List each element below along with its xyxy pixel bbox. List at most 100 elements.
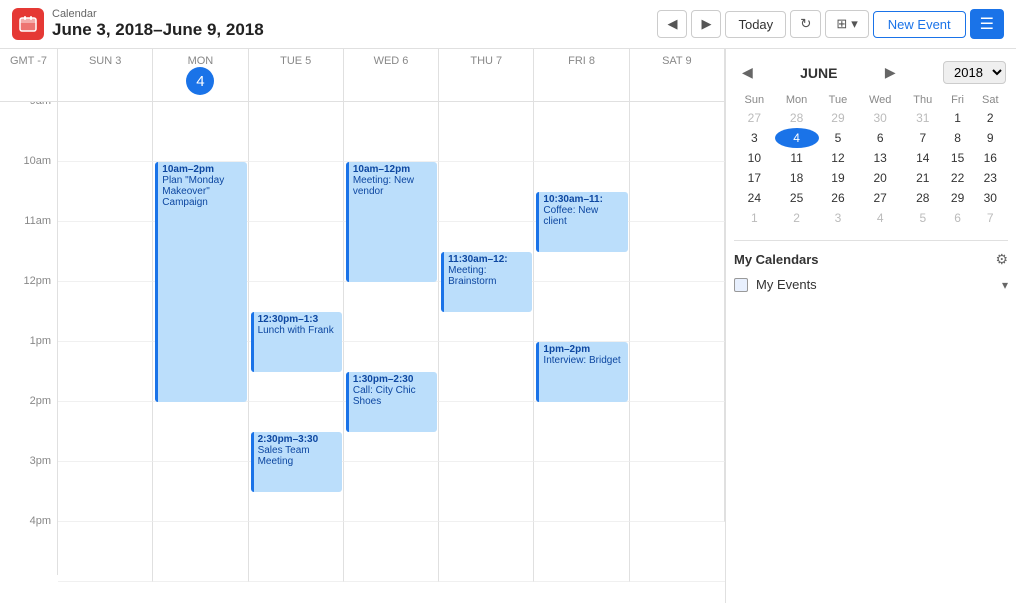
mini-cal-day[interactable]: 25 [775,188,819,208]
mini-cal-day[interactable]: 3 [734,128,775,148]
mini-cal-day[interactable]: 30 [857,108,903,128]
mini-cal-day[interactable]: 24 [734,188,775,208]
mini-cal-week-4: 24252627282930 [734,188,1008,208]
mini-cal-day[interactable]: 6 [943,208,973,228]
mini-cal-day[interactable]: 28 [775,108,819,128]
event-e7[interactable]: 10:30am–11:Coffee: New client [536,192,627,252]
mini-cal-day[interactable]: 13 [857,148,903,168]
events-overlay: 10am–2pmPlan "Monday Makeover" Campaign1… [58,102,725,582]
mini-cal-day[interactable]: 10 [734,148,775,168]
view-icon: ⊞ [836,16,847,32]
mini-cal-day[interactable]: 6 [857,128,903,148]
mini-cal-prev[interactable]: ◀ [736,62,759,83]
mini-cal-day[interactable]: 7 [973,208,1008,228]
event-e1[interactable]: 10am–2pmPlan "Monday Makeover" Campaign [155,162,246,402]
mini-cal-day[interactable]: 29 [819,108,858,128]
prev-button[interactable]: ◀ [657,10,687,38]
gear-button[interactable]: ⚙ [995,251,1008,268]
day-header-thu[interactable]: THU 7 [439,49,534,101]
day-header-fri[interactable]: FRI 8 [534,49,629,101]
mini-cal-day[interactable]: 1 [734,208,775,228]
mini-cal-day[interactable]: 5 [819,128,858,148]
mini-cal-day[interactable]: 7 [903,128,943,148]
refresh-button[interactable]: ↻ [790,10,821,38]
mini-cal-day[interactable]: 14 [903,148,943,168]
mini-cal-day[interactable]: 12 [819,148,858,168]
day-overlay-0 [58,102,153,582]
mini-cal-day[interactable]: 30 [973,188,1008,208]
mini-cal-body[interactable]: 2728293031123456789101112131415161718192… [734,108,1008,228]
time-label-12pm: 12pm [0,275,58,335]
mini-day-header: Tue [819,92,858,108]
mini-cal-day[interactable]: 4 [857,208,903,228]
mini-cal-week-0: 272829303112 [734,108,1008,128]
mini-cal-day[interactable]: 18 [775,168,819,188]
timezone-label: GMT -7 [0,49,58,101]
day-header-mon[interactable]: MON4 [153,49,248,101]
event-time: 1:30pm–2:30 [353,374,433,385]
mini-cal-week-3: 17181920212223 [734,168,1008,188]
mini-cal-day[interactable]: 23 [973,168,1008,188]
mini-cal-day[interactable]: 29 [943,188,973,208]
day-header-wed[interactable]: WED 6 [344,49,439,101]
day-header-sat[interactable]: SAT 9 [630,49,725,101]
mini-cal-day[interactable]: 28 [903,188,943,208]
event-time: 11:30am–12: [448,254,528,265]
day-header-sun[interactable]: SUN 3 [58,49,153,101]
event-time: 10am–12pm [353,164,433,175]
mini-cal-day[interactable]: 20 [857,168,903,188]
next-button[interactable]: ▶ [691,10,721,38]
day-name-label: SAT 9 [634,55,720,67]
mini-cal-day[interactable]: 1 [943,108,973,128]
menu-button[interactable]: ☰ [970,9,1004,39]
mini-cal-next[interactable]: ▶ [879,62,902,83]
day-name-label: TUE 5 [253,55,339,67]
mini-cal-day[interactable]: 4 [775,128,819,148]
day-overlay-1: 10am–2pmPlan "Monday Makeover" Campaign [153,102,248,582]
event-e2[interactable]: 12:30pm–1:3Lunch with Frank [251,312,342,372]
date-range: June 3, 2018–June 9, 2018 [52,20,264,40]
mini-cal-day[interactable]: 3 [819,208,858,228]
mini-day-header: Sat [973,92,1008,108]
event-e5[interactable]: 1:30pm–2:30Call: City Chic Shoes [346,372,437,432]
mini-cal-day[interactable]: 8 [943,128,973,148]
mini-cal-day-headers: SunMonTueWedThuFriSat [734,92,1008,108]
cal-dropdown-button[interactable]: ▾ [1002,278,1008,292]
time-grid[interactable]: 9am10am11am12pm1pm2pm3pm4pm10am–2pmPlan … [0,102,725,603]
mini-cal-day[interactable]: 11 [775,148,819,168]
mini-cal-day[interactable]: 9 [973,128,1008,148]
event-time: 10:30am–11: [543,194,623,205]
mini-cal-day[interactable]: 2 [775,208,819,228]
mini-cal-day[interactable]: 2 [973,108,1008,128]
mini-cal-day[interactable]: 19 [819,168,858,188]
day-headers: GMT -7 SUN 3 MON4 TUE 5 WED 6 THU 7 FRI 8 SAT … [0,49,725,102]
day-header-tue[interactable]: TUE 5 [249,49,344,101]
day-name-label: FRI 8 [538,55,624,67]
day-name-label: THU 7 [443,55,529,67]
app-name: Calendar [52,8,264,20]
mini-cal-day[interactable]: 27 [734,108,775,128]
calendar-app-icon [12,8,44,40]
view-select-button[interactable]: ⊞ ▾ [825,10,868,38]
event-e6[interactable]: 11:30am–12:Meeting: Brainstorm [441,252,532,312]
mini-cal-day[interactable]: 16 [973,148,1008,168]
mini-cal-day[interactable]: 31 [903,108,943,128]
mini-cal-day[interactable]: 27 [857,188,903,208]
mini-cal-day[interactable]: 17 [734,168,775,188]
day-overlay-4: 11:30am–12:Meeting: Brainstorm [439,102,534,582]
event-time: 1pm–2pm [543,344,623,355]
calendar-grid: GMT -7 SUN 3 MON4 TUE 5 WED 6 THU 7 FRI 8 SAT … [0,49,726,603]
mini-cal-day[interactable]: 5 [903,208,943,228]
mini-cal-day[interactable]: 21 [903,168,943,188]
day-name-label: SUN 3 [62,55,148,67]
event-e4[interactable]: 10am–12pmMeeting: New vendor [346,162,437,282]
mini-cal-day[interactable]: 26 [819,188,858,208]
event-e8[interactable]: 1pm–2pmInterview: Bridget [536,342,627,402]
mini-day-header: Fri [943,92,973,108]
event-e3[interactable]: 2:30pm–3:30Sales Team Meeting [251,432,342,492]
today-button[interactable]: Today [725,11,786,38]
mini-cal-year-select[interactable]: 2018 [943,61,1006,84]
mini-cal-day[interactable]: 22 [943,168,973,188]
mini-cal-day[interactable]: 15 [943,148,973,168]
new-event-button[interactable]: New Event [873,11,966,38]
